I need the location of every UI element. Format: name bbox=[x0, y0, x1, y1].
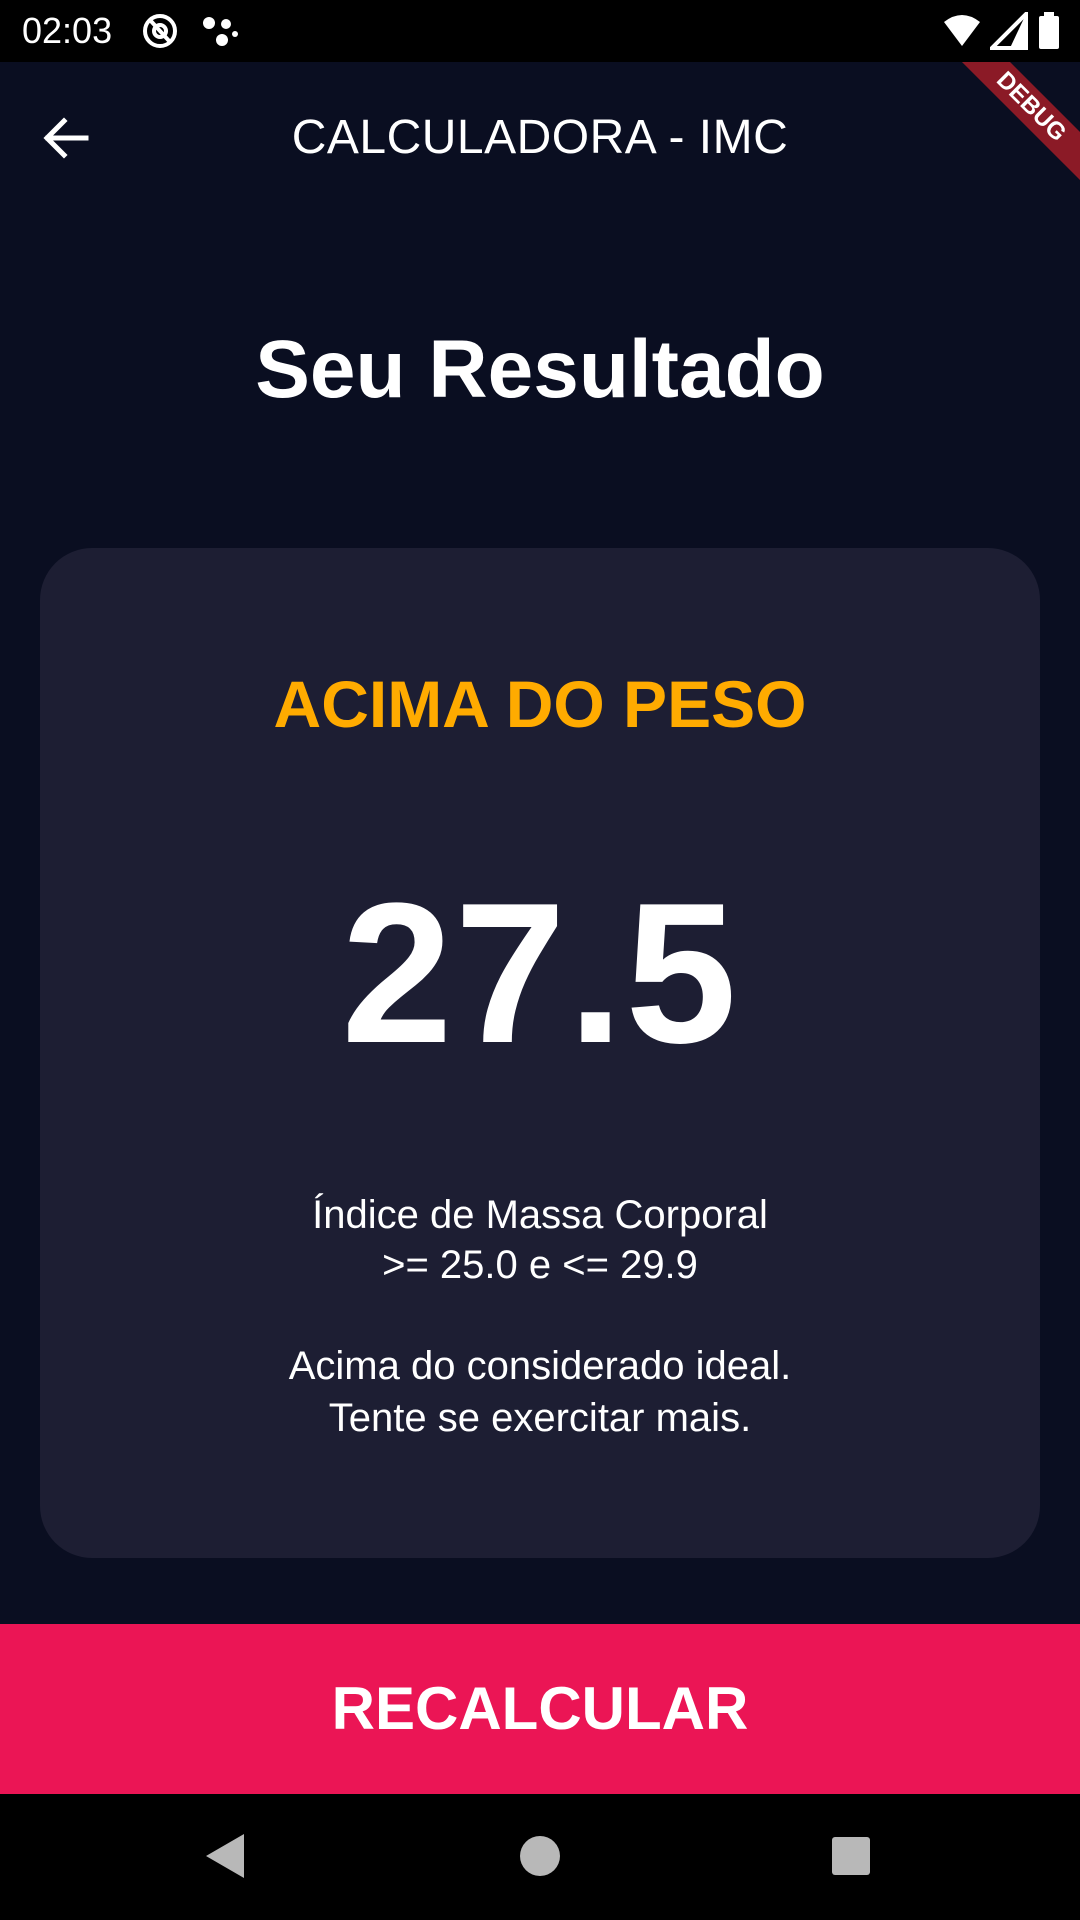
page-title: Seu Resultado bbox=[255, 324, 825, 415]
app-bar: CALCULADORA - IMC bbox=[0, 62, 1080, 212]
signal-icon bbox=[987, 9, 1030, 50]
bmi-value: 27.5 bbox=[341, 862, 739, 1085]
advice-line-2: Tente se exercitar mais. bbox=[328, 1396, 752, 1440]
nav-home-button[interactable] bbox=[510, 1826, 570, 1886]
home-circle-icon bbox=[510, 1836, 570, 1890]
system-nav-bar bbox=[0, 1794, 1080, 1920]
advice-line-1: Acima do considerado ideal. bbox=[288, 1344, 792, 1388]
app-title: CALCULADORA - IMC bbox=[291, 111, 789, 164]
back-triangle-icon bbox=[196, 1834, 256, 1890]
bmi-range-text: Índice de Massa Corporal >= 25.0 e <= 29… bbox=[40, 1190, 1040, 1290]
range-line-1: Índice de Massa Corporal bbox=[312, 1193, 768, 1237]
nav-back-button[interactable] bbox=[196, 1826, 256, 1886]
result-card: ACIMA DO PESO 27.5 Índice de Massa Corpo… bbox=[40, 548, 1040, 1558]
bmi-advice-text: Acima do considerado ideal. Tente se exe… bbox=[40, 1340, 1040, 1444]
screen: 02:03 CALCULADORA - IMC DEBUG Seu Result… bbox=[0, 0, 1080, 1920]
recents-square-icon bbox=[820, 1837, 880, 1890]
at-sign-icon bbox=[140, 12, 180, 50]
battery-icon bbox=[1036, 12, 1062, 50]
range-line-2: >= 25.0 e <= 29.9 bbox=[382, 1243, 698, 1287]
dots-icon bbox=[200, 12, 240, 50]
bmi-status-label: ACIMA DO PESO bbox=[273, 667, 807, 741]
recalculate-button[interactable]: RECALCULAR bbox=[0, 1624, 1080, 1794]
nav-recents-button[interactable] bbox=[820, 1826, 880, 1886]
wifi-icon bbox=[942, 12, 982, 50]
status-time: 02:03 bbox=[22, 10, 113, 51]
status-bar: 02:03 bbox=[0, 0, 1080, 62]
